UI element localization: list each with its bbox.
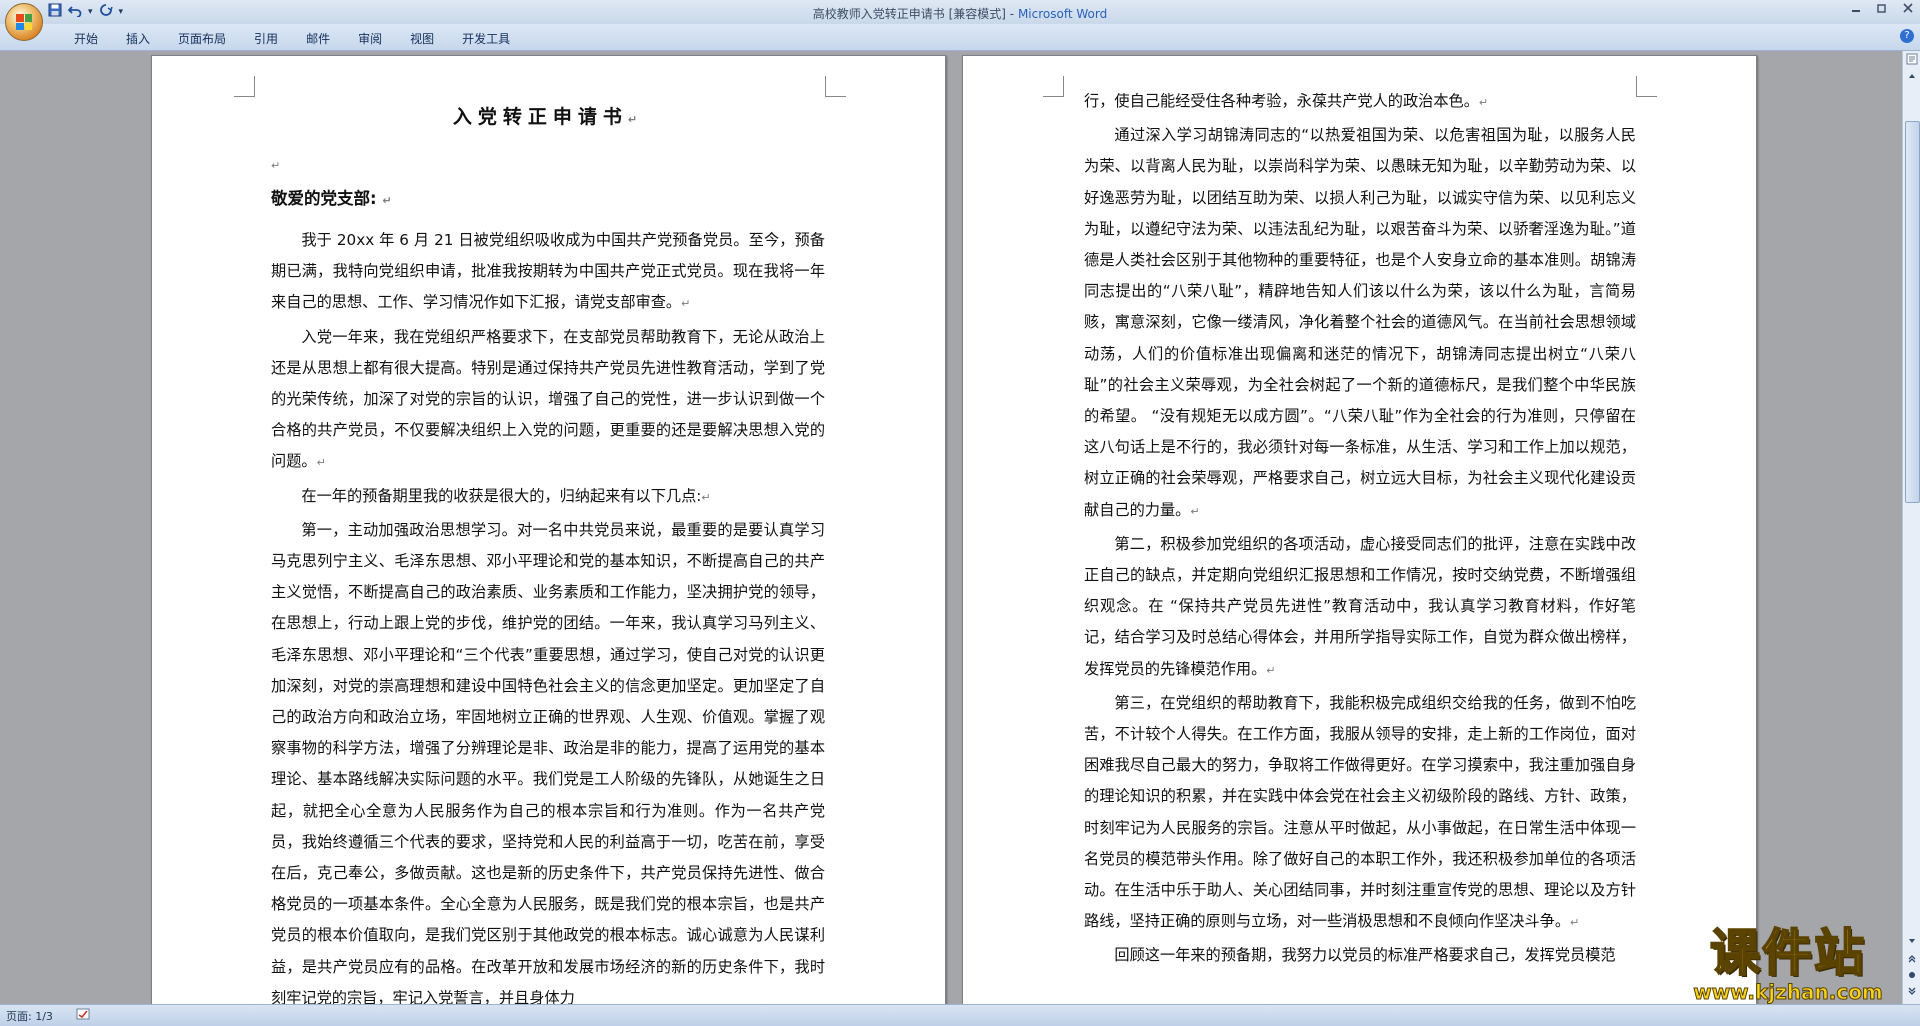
tab-mailings[interactable]: 邮件 [292,30,344,47]
tab-insert[interactable]: 插入 [112,30,164,47]
window-title: 高校教师入党转正申请书 [兼容模式] - Microsoft Word [0,5,1920,22]
previous-page-icon[interactable] [1904,954,1920,970]
ribbon-tabs-bar: 开始 插入 页面布局 引用 邮件 审阅 视图 开发工具 ? [0,24,1920,51]
paragraph: 入党一年来，我在党组织严格要求下，在支部党员帮助教育下，无论从政治上还是从思想上… [271,327,825,471]
proofing-icon[interactable] [76,1008,90,1023]
page-indicator[interactable]: 页面: 1/3 [6,1008,53,1024]
paragraph: 在一年的预备期里我的收获是很大的，归纳起来有以下几点:↵ [301,486,711,505]
title-separator: - [1005,7,1018,21]
tab-home[interactable]: 开始 [60,30,112,47]
select-browse-object-icon[interactable] [1904,970,1920,986]
paragraph: 第一，主动加强政治思想学习。对一名中共党员来说，最重要的是要认真学习马克思列宁主… [271,520,825,1004]
paragraph: 第二，积极参加党组织的各项活动，虚心接受同志们的批评，注意在实践中改正自己的缺点… [1084,534,1636,678]
crop-mark-top-right [825,76,846,97]
office-logo-icon [16,14,32,30]
document-heading: 入党转正申请书↵ [452,106,644,128]
document-title: 高校教师入党转正申请书 [兼容模式] [812,7,1006,21]
page-2-content: 行，使自己能经受住各种考验，永葆共产党人的政治本色。↵ 通过深入学习胡锦涛同志的… [1084,86,1636,974]
tab-references[interactable]: 引用 [240,30,292,47]
window-controls [1850,2,1914,17]
salutation: 敬爱的党支部: ↵ [271,189,392,208]
scrollbar-thumb[interactable] [1905,121,1920,503]
watermark-url: www.kjzhan.com [1693,980,1884,1004]
crop-mark-top-left [1043,76,1064,97]
scroll-down-icon[interactable] [1904,936,1920,952]
title-bar: ▾ ▾ 高校教师入党转正申请书 [兼容模式] - Microsoft Word [0,0,1920,41]
scroll-up-icon[interactable] [1904,71,1920,87]
app-name: Microsoft Word [1017,7,1108,21]
empty-paragraph: ↵ [271,159,281,172]
crop-mark-top-right [1636,76,1657,97]
help-icon[interactable]: ? [1900,29,1914,43]
tab-view[interactable]: 视图 [396,30,448,47]
paragraph: 回顾这一年来的预备期，我努力以党员的标准严格要求自己，发挥党员模范 [1114,946,1616,965]
next-page-icon[interactable] [1904,986,1920,1002]
close-icon[interactable] [1902,2,1914,17]
tab-review[interactable]: 审阅 [344,30,396,47]
minimize-icon[interactable] [1850,2,1862,17]
kjzhan-watermark: 课件站 www.kjzhan.com [1672,924,1904,1005]
document-workspace: 入党转正申请书↵ ↵ 敬爱的党支部: ↵ 我于 20xx 年 6 月 21 日被… [0,51,1902,1004]
ribbon-tabs: 开始 插入 页面布局 引用 邮件 审阅 视图 开发工具 [60,30,524,47]
status-bar: 页面: 1/3 [0,1004,1920,1026]
ruler-toggle-icon[interactable] [1904,53,1920,69]
vertical-scrollbar[interactable] [1902,51,1920,1004]
paragraph: 第三，在党组织的帮助教育下，我能积极完成组织交给我的任务，做到不怕吃苦，不计较个… [1084,693,1636,931]
tab-developer[interactable]: 开发工具 [448,30,524,47]
watermark-brand: 课件站 [1709,924,1866,982]
tab-page-layout[interactable]: 页面布局 [164,30,240,47]
crop-mark-top-left [234,76,255,97]
document-page-2[interactable]: 行，使自己能经受住各种考验，永葆共产党人的政治本色。↵ 通过深入学习胡锦涛同志的… [962,55,1757,1004]
document-page-1[interactable]: 入党转正申请书↵ ↵ 敬爱的党支部: ↵ 我于 20xx 年 6 月 21 日被… [151,55,946,1004]
page-1-content: 入党转正申请书↵ ↵ 敬爱的党支部: ↵ 我于 20xx 年 6 月 21 日被… [271,96,825,1004]
paragraph: 我于 20xx 年 6 月 21 日被党组织吸收成为中国共产党预备党员。至今，预… [271,231,825,312]
restore-icon[interactable] [1876,2,1888,17]
paragraph: 通过深入学习胡锦涛同志的“以热爱祖国为荣、以危害祖国为耻，以服务人民为荣、以背离… [1084,126,1636,519]
office-button[interactable] [5,3,43,41]
paragraph: 行，使自己能经受住各种考验，永葆共产党人的政治本色。↵ [1084,92,1489,110]
